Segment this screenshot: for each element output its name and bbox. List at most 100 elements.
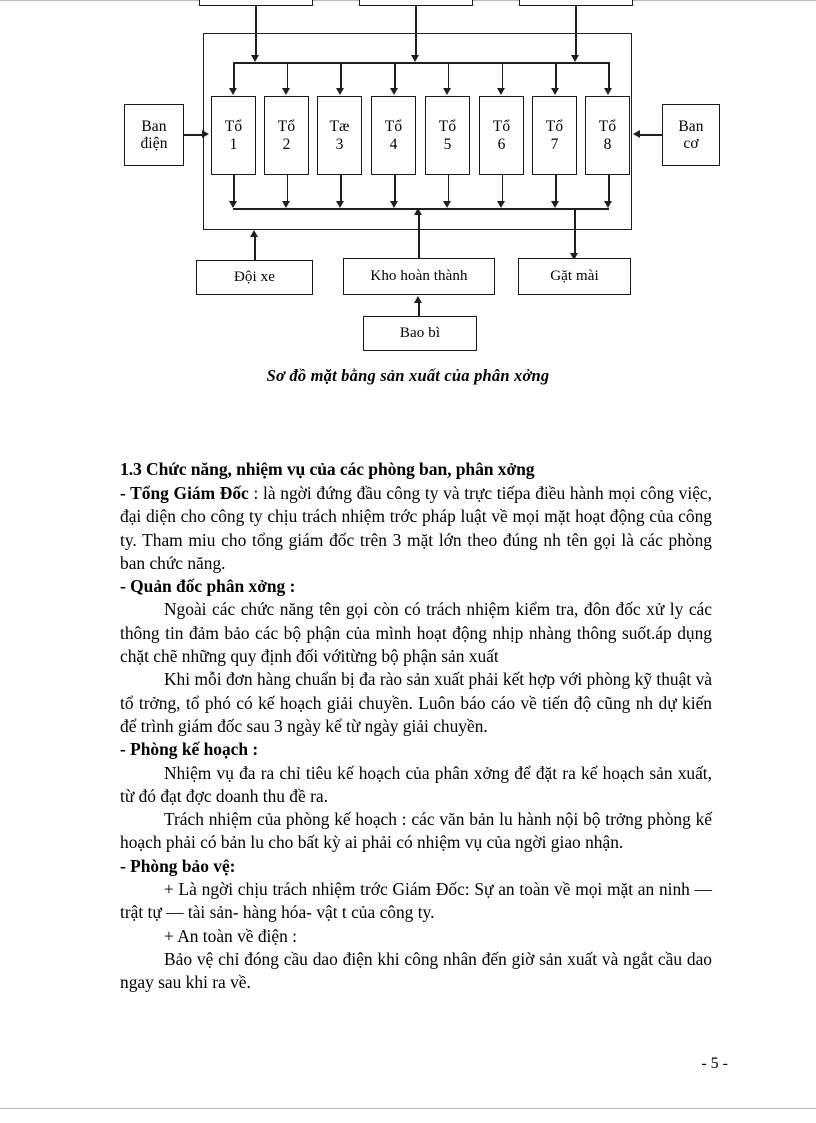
unit-box-2-line1: Tổ xyxy=(277,118,296,136)
bottom-box-vehicle-team-label: Đội xe xyxy=(233,269,275,286)
paragraph-security-3: Bảo vệ chỉ đóng cầu dao điện khi công nh… xyxy=(120,948,712,993)
body-text: 1.3 Chức năng, nhiệm vụ của các phòng ba… xyxy=(120,458,712,995)
document-page: Tổ 1 Tổ 2 Tæ 3 Tổ 4 Tổ 5 Tổ 6 Tổ 7 Tổ 8 xyxy=(0,0,816,1123)
unit-out-3 xyxy=(340,175,342,203)
unit-box-8: Tổ 8 xyxy=(585,96,630,175)
unit-feed-3 xyxy=(340,62,342,90)
bottom-box-grinding: Gặt mài xyxy=(518,258,631,295)
unit-out-arrow-6 xyxy=(497,201,506,208)
unit-box-6: Tổ 6 xyxy=(479,96,524,175)
unit-box-1-line1: Tổ xyxy=(224,118,243,136)
side-box-mechanical-line2: cơ xyxy=(683,135,699,152)
bottom-box-warehouse-label: Kho hoàn thành xyxy=(370,268,468,285)
unit-box-1: Tổ 1 xyxy=(211,96,256,175)
unit-box-5: Tổ 5 xyxy=(425,96,470,175)
warehouse-arrow xyxy=(413,208,422,215)
unit-box-6-line2: 6 xyxy=(497,135,506,153)
unit-feed-arrow-4 xyxy=(389,88,398,95)
unit-out-6 xyxy=(501,175,503,203)
unit-out-arrow-2 xyxy=(282,201,291,208)
unit-box-7-line2: 7 xyxy=(550,135,559,153)
unit-feed-1 xyxy=(233,62,235,90)
side-box-mechanical: Ban cơ xyxy=(662,104,720,166)
unit-box-3-line2: 3 xyxy=(335,135,344,153)
electrical-connector xyxy=(184,134,204,136)
page-number: - 5 - xyxy=(701,1055,728,1072)
unit-box-4: Tổ 4 xyxy=(371,96,416,175)
paragraph-workshop-manager-1: Ngoài các chức năng tên gọi còn có trách… xyxy=(120,599,712,667)
unit-feed-8 xyxy=(608,62,610,90)
unit-feed-arrow-3 xyxy=(336,88,344,95)
unit-feed-arrow-1 xyxy=(228,88,237,95)
paragraph-planning-1: Nhiệm vụ đa ra chỉ tiêu kế hoạch của phâ… xyxy=(120,762,712,806)
unit-box-2: Tổ 2 xyxy=(264,96,309,175)
unit-out-8 xyxy=(608,175,610,203)
unit-box-6-line1: Tổ xyxy=(492,118,511,136)
bottom-box-vehicle-team: Đội xe xyxy=(196,260,313,295)
unit-feed-arrow-8 xyxy=(603,88,612,95)
unit-feed-4 xyxy=(394,62,396,90)
warehouse-connector xyxy=(418,215,420,260)
unit-feed-arrow-6 xyxy=(497,88,506,95)
unit-box-2-line2: 2 xyxy=(282,135,291,153)
grinding-connector xyxy=(574,208,576,256)
packaging-connector xyxy=(418,302,420,316)
unit-out-2 xyxy=(286,175,289,203)
unit-out-5 xyxy=(447,175,450,203)
electrical-arrow xyxy=(202,129,209,138)
side-box-mechanical-line1: Ban xyxy=(678,117,704,135)
unit-box-5-line2: 5 xyxy=(443,135,452,153)
unit-box-5-line1: Tổ xyxy=(438,118,457,136)
unit-box-4-line1: Tổ xyxy=(384,118,403,136)
unit-out-arrow-7 xyxy=(550,201,559,208)
unit-feed-5 xyxy=(447,62,450,90)
paragraph-workshop-manager-2: Khi mỗi đơn hàng chuẩn bị đa rào sản xuấ… xyxy=(120,669,712,736)
unit-out-arrow-5 xyxy=(443,201,452,208)
unit-feed-6 xyxy=(501,62,503,90)
bottom-box-grinding-label: Gặt mài xyxy=(550,268,599,285)
unit-out-arrow-1 xyxy=(228,201,237,208)
mechanical-connector xyxy=(640,134,662,136)
paragraph-security-1: + Là ngời chịu trách nhiệm trớc Giám Đốc… xyxy=(120,879,712,923)
paragraph-general-director: - Tổng Giám Đốc : là ngời đứng đầu công … xyxy=(120,482,712,575)
unit-feed-7 xyxy=(555,62,557,90)
unit-box-8-line1: Tổ xyxy=(598,118,617,136)
unit-out-arrow-8 xyxy=(603,201,612,208)
bottom-box-warehouse: Kho hoàn thành xyxy=(343,258,495,295)
unit-feed-2 xyxy=(286,62,289,90)
unit-feed-arrow-5 xyxy=(443,88,452,95)
unit-box-7: Tổ 7 xyxy=(532,96,577,175)
label-general-director: - Tổng Giám Đốc xyxy=(120,483,249,503)
unit-out-4 xyxy=(394,175,396,203)
packaging-box-label: Bao bì xyxy=(399,325,441,342)
unit-feed-arrow-2 xyxy=(282,88,291,95)
unit-out-7 xyxy=(555,175,557,203)
section-heading: 1.3 Chức năng, nhiệm vụ của các phòng ba… xyxy=(120,459,535,479)
paragraph-planning-2: Trách nhiệm của phòng kế hoạch : các văn… xyxy=(120,809,712,853)
production-layout-diagram: Tổ 1 Tổ 2 Tæ 3 Tổ 4 Tổ 5 Tổ 6 Tổ 7 Tổ 8 xyxy=(0,0,816,400)
unit-box-3-line1: Tæ xyxy=(329,118,350,136)
mechanical-arrow xyxy=(633,129,640,138)
paragraph-security-2: + An toàn về điện : xyxy=(164,925,297,946)
unit-box-1-line2: 1 xyxy=(229,135,238,153)
diagram-caption: Sơ đồ mặt bằng sản xuất của phân xởng xyxy=(266,366,550,385)
label-planning-department: - Phòng kế hoạch : xyxy=(120,739,259,760)
packaging-box: Bao bì xyxy=(363,316,477,351)
vehicle-team-arrow xyxy=(249,230,258,237)
packaging-arrow xyxy=(413,296,422,303)
label-workshop-manager: - Quản đốc phân xởng : xyxy=(120,576,296,597)
side-box-electrical-line2: điện xyxy=(140,135,168,152)
unit-box-3: Tæ 3 xyxy=(317,96,362,175)
page-bottom-edge xyxy=(0,1108,816,1109)
side-box-electrical-line1: Ban xyxy=(141,117,167,135)
unit-box-8-line2: 8 xyxy=(603,135,612,153)
unit-feed-arrow-7 xyxy=(550,88,559,95)
unit-out-arrow-3 xyxy=(336,201,344,208)
unit-box-7-line1: Tổ xyxy=(545,118,564,136)
unit-out-arrow-4 xyxy=(389,201,398,208)
label-security-department: - Phòng bảo vệ: xyxy=(120,855,236,876)
unit-box-4-line2: 4 xyxy=(389,135,398,153)
side-box-electrical: Ban điện xyxy=(124,104,184,166)
distribution-bus xyxy=(233,62,609,64)
unit-out-1 xyxy=(233,175,235,203)
